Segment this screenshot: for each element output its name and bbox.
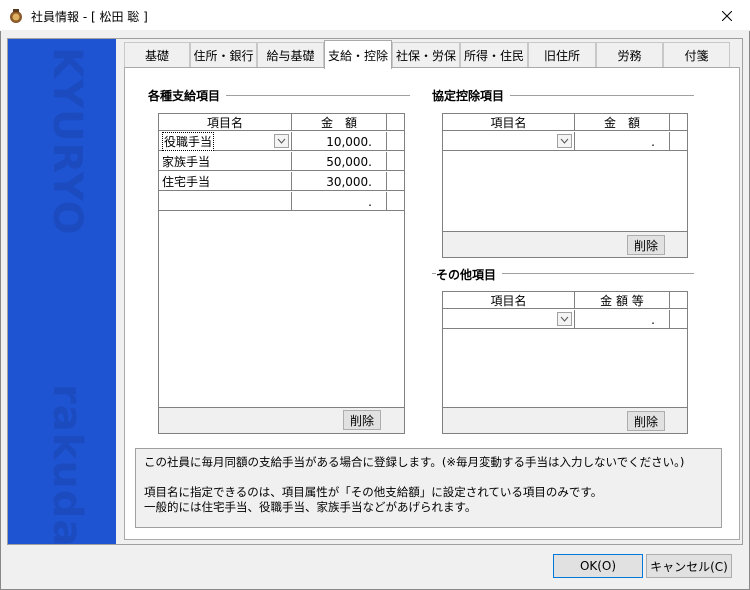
side-banner: KYURYO rakuda (8, 39, 116, 544)
tab-social-insurance[interactable]: 社保・労保 (392, 42, 460, 68)
other-items-title: その他項目 (436, 266, 503, 283)
tab-old-address[interactable]: 旧住所 (528, 42, 596, 68)
allowances-delete-button[interactable]: 削除 (343, 410, 381, 430)
chevron-down-icon (560, 316, 569, 322)
row-amount-cell[interactable]: 10,000. (292, 132, 387, 151)
col-header-name: 項目名 (443, 292, 575, 309)
allowances-grid-footer: 削除 (159, 407, 404, 433)
row-name-cell[interactable] (159, 192, 292, 211)
col-header-amount: 金 額 (292, 114, 387, 131)
window-title: 社員情報 - [ 松田 聡 ] (31, 10, 148, 24)
title-bar: 社員情報 - [ 松田 聡 ] (0, 0, 750, 31)
table-row[interactable]: 役職手当 10,000. (159, 132, 404, 151)
help-line-1: この社員に毎月同額の支給手当がある場合に登録します。(※毎月変動する手当は入力し… (144, 455, 685, 469)
agreed-deductions-grid: 項目名 金 額 . 削除 (442, 113, 688, 258)
table-row[interactable]: 住宅手当 30,000. (159, 172, 404, 191)
tab-payments-deductions[interactable]: 支給・控除 (324, 40, 392, 69)
row-name-text: 役職手当 (162, 132, 215, 151)
row-name-cell[interactable] (443, 132, 575, 151)
other-items-grid: 項目名 金 額 等 . 削除 (442, 291, 688, 434)
table-row[interactable]: 家族手当 50,000. (159, 152, 404, 171)
row-amount-cell[interactable]: . (575, 310, 670, 329)
tab-strip: 基礎 住所・銀行 給与基礎 支給・控除 社保・労保 所得・住民 旧住所 労務 付… (124, 40, 740, 69)
col-header-name: 項目名 (443, 114, 575, 131)
banner-word-top: KYURYO (44, 47, 90, 236)
agreed-deductions-title: 協定控除項目 (432, 87, 511, 104)
help-text-box: この社員に毎月同額の支給手当がある場合に登録します。(※毎月変動する手当は入力し… (135, 448, 722, 528)
allowances-grid: 項目名 金 額 役職手当 10,000. 家族手当 50,000. 住宅手当 3… (158, 113, 405, 434)
tab-sticky-notes[interactable]: 付箋 (663, 42, 730, 68)
dropdown-button[interactable] (274, 134, 289, 148)
table-row[interactable]: . (159, 192, 404, 211)
row-amount-cell[interactable]: 50,000. (292, 152, 387, 171)
app-icon (10, 9, 22, 23)
agreed-delete-button[interactable]: 削除 (627, 235, 665, 255)
other-delete-button[interactable]: 削除 (627, 411, 665, 431)
row-name-cell[interactable]: 住宅手当 (159, 172, 292, 191)
col-header-amount: 金 額 等 (575, 292, 670, 309)
tab-income-resident[interactable]: 所得・住民 (460, 42, 528, 68)
close-icon (722, 10, 732, 21)
help-line-3: 一般的には住宅手当、役職手当、家族手当などがあげられます。 (144, 500, 477, 514)
allowances-title: 各種支給項目 (148, 87, 227, 104)
row-amount-cell[interactable]: 30,000. (292, 172, 387, 191)
row-name-cell[interactable]: 家族手当 (159, 152, 292, 171)
help-line-2: 項目名に指定できるのは、項目属性が「その他支給額」に設定されている項目のみです。 (144, 485, 603, 499)
cancel-button[interactable]: キャンセル(C) (646, 554, 732, 578)
table-row[interactable]: . (443, 310, 687, 329)
ok-button[interactable]: OK(O) (553, 554, 643, 578)
table-row[interactable]: . (443, 132, 687, 151)
tab-labor[interactable]: 労務 (596, 42, 663, 68)
row-amount-cell[interactable]: . (292, 192, 387, 211)
row-name-cell[interactable]: 役職手当 (159, 132, 292, 151)
dropdown-button[interactable] (557, 134, 572, 148)
chevron-down-icon (560, 138, 569, 144)
allowances-grid-header: 項目名 金 額 (159, 114, 404, 131)
tab-salary-basis[interactable]: 給与基礎 (257, 42, 324, 68)
banner-word-bottom: rakuda (44, 384, 90, 544)
tab-address-bank[interactable]: 住所・銀行 (190, 42, 257, 68)
row-name-cell[interactable] (443, 310, 575, 329)
col-header-amount: 金 額 (575, 114, 670, 131)
chevron-down-icon (277, 138, 286, 144)
dropdown-button[interactable] (557, 312, 572, 326)
close-button[interactable] (704, 0, 750, 31)
col-header-name: 項目名 (159, 114, 292, 131)
tab-kiso[interactable]: 基礎 (124, 42, 190, 68)
row-amount-cell[interactable]: . (575, 132, 670, 151)
